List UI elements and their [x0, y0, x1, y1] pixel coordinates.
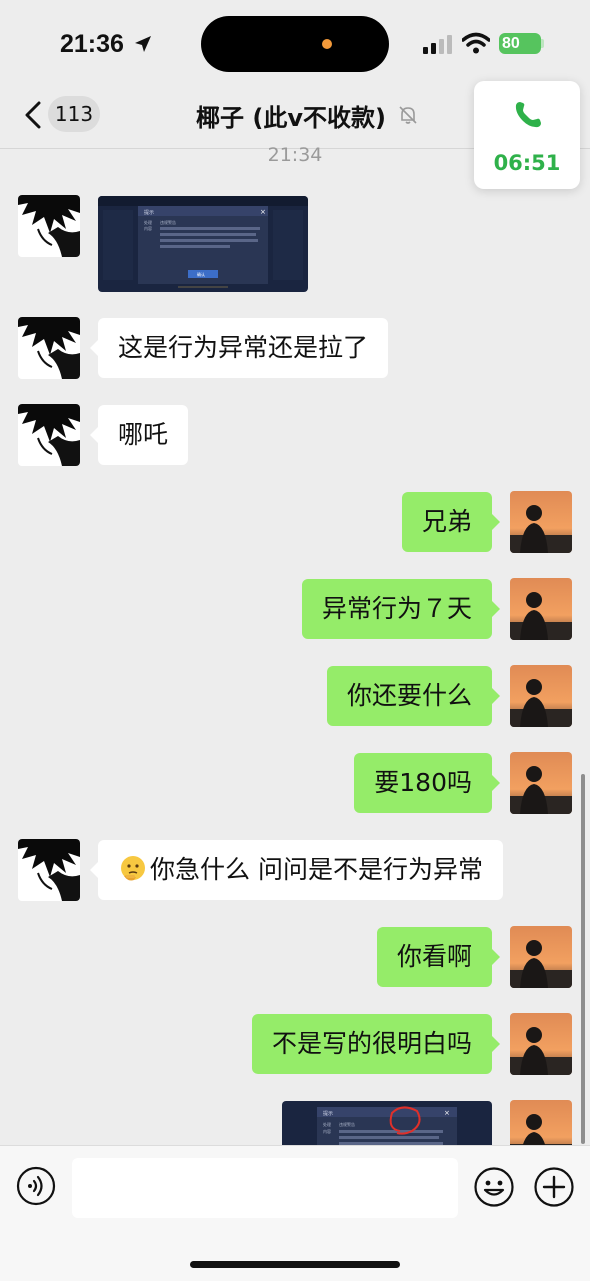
my-avatar[interactable] — [510, 752, 572, 814]
preview-label-content: 内容 — [323, 1128, 331, 1134]
message-bubble-outgoing[interactable]: 要180吗 — [354, 753, 500, 813]
my-avatar[interactable] — [510, 665, 572, 727]
image-message[interactable]: 提示 处理 违规警告 内容 确认 × — [98, 196, 308, 292]
message-bubble-outgoing[interactable]: 你还要什么 — [326, 666, 501, 726]
message-bubble-incoming[interactable]: 这是行为异常还是拉了 — [89, 318, 389, 378]
phone-icon — [515, 102, 541, 128]
my-avatar[interactable] — [510, 926, 572, 988]
image-message[interactable]: 提示 处理 违规警告 内容 × — [282, 1101, 492, 1145]
message-bubble-outgoing[interactable]: 兄弟 — [401, 492, 501, 552]
thinking-face-emoji-icon — [121, 856, 145, 881]
my-avatar[interactable] — [510, 491, 572, 553]
message-bubble-outgoing[interactable]: 不是写的很明白吗 — [251, 1014, 501, 1074]
preview-label-warning: 违规警告 — [160, 219, 176, 225]
preview-confirm-label: 确认 — [197, 271, 205, 277]
my-avatar[interactable] — [510, 578, 572, 640]
svg-text:×: × — [444, 1109, 450, 1117]
contact-avatar[interactable] — [18, 404, 80, 466]
preview-dialog-title: 提示 — [323, 1110, 333, 1117]
preview-dialog-title: 提示 — [144, 209, 154, 216]
preview-label-handling: 处理 — [144, 219, 152, 225]
scrollbar[interactable] — [581, 774, 585, 1144]
my-avatar[interactable] — [510, 1013, 572, 1075]
message-bubble-outgoing[interactable]: 你看啊 — [376, 927, 501, 987]
message-text: 你急什么 问问是不是行为异常 — [150, 855, 483, 884]
contact-avatar[interactable] — [18, 839, 80, 901]
call-duration: 06:51 — [493, 151, 561, 175]
contact-avatar[interactable] — [18, 195, 80, 257]
preview-label-content: 内容 — [144, 225, 152, 231]
my-avatar[interactable] — [510, 1100, 572, 1145]
svg-text:×: × — [260, 208, 266, 216]
plus-more-icon[interactable] — [533, 1166, 575, 1208]
contact-avatar[interactable] — [18, 317, 80, 379]
message-bubble-outgoing[interactable]: 异常行为７天 — [301, 579, 501, 639]
home-indicator[interactable] — [190, 1261, 400, 1268]
message-bubble-incoming[interactable]: 哪吒 — [89, 405, 189, 465]
preview-label-warning: 违规警告 — [339, 1121, 355, 1127]
emoji-picker-icon[interactable] — [473, 1166, 515, 1208]
preview-label-handling: 处理 — [323, 1121, 331, 1127]
message-input[interactable] — [72, 1158, 458, 1218]
message-bubble-incoming[interactable]: 你急什么 问问是不是行为异常 — [90, 840, 503, 900]
voice-call-float-window[interactable]: 06:51 — [474, 81, 580, 189]
voice-input-icon[interactable] — [16, 1166, 56, 1206]
